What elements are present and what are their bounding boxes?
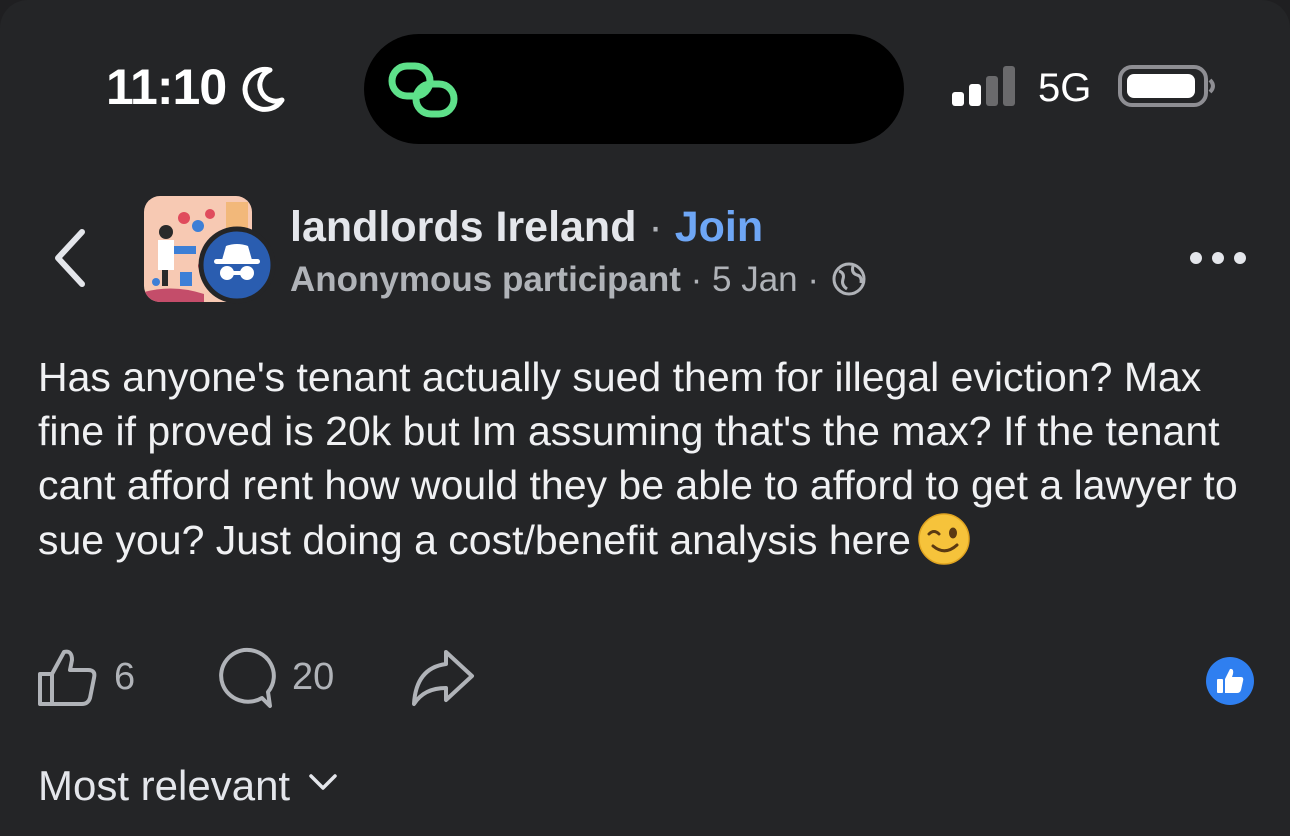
group-name[interactable]: landlords Ireland [290, 203, 636, 251]
post-text: Has anyone's tenant actually sued them f… [38, 354, 1238, 563]
moon-icon [242, 66, 285, 112]
anonymous-icon [198, 226, 276, 304]
status-time: 11:10 [106, 59, 227, 115]
battery-icon [1118, 65, 1215, 107]
comment-icon[interactable] [212, 646, 276, 710]
join-button[interactable]: Join [675, 203, 763, 251]
more-options-icon[interactable] [1186, 246, 1250, 270]
back-icon[interactable] [50, 226, 90, 290]
winking-face-icon [918, 513, 970, 565]
screen: 11:10 5G landlords Ireland · Join Anonym… [0, 0, 1290, 836]
sort-label: Most relevant [38, 762, 291, 809]
separator: · [648, 203, 663, 251]
chevron-down-icon [309, 774, 337, 790]
globe-icon [832, 262, 866, 296]
comment-sort-dropdown[interactable]: Most relevant [38, 762, 338, 810]
post-meta: Anonymous participant · 5 Jan · [290, 260, 867, 300]
like-count[interactable]: 6 [114, 656, 135, 699]
link-icon [388, 62, 458, 118]
post-date[interactable]: 5 Jan [712, 260, 798, 299]
share-icon[interactable] [410, 646, 476, 710]
group-title-line: landlords Ireland · Join [290, 203, 763, 252]
like-reaction-icon[interactable] [1205, 656, 1255, 706]
separator: · [807, 260, 820, 299]
author-name[interactable]: Anonymous participant [290, 260, 681, 299]
network-type: 5G [1038, 66, 1092, 110]
comment-count[interactable]: 20 [292, 656, 334, 699]
like-icon[interactable] [36, 646, 100, 710]
signal-icon [952, 66, 1015, 106]
post-body: Has anyone's tenant actually sued them f… [38, 350, 1268, 567]
separator: · [690, 260, 703, 299]
